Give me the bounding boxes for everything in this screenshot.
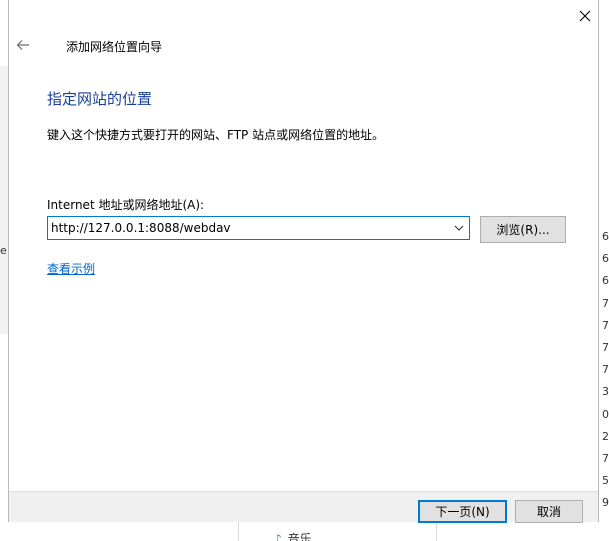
background-left-text: e <box>0 244 7 257</box>
wizard-footer <box>9 491 598 522</box>
address-combobox[interactable] <box>47 216 470 240</box>
background-divider <box>238 522 239 541</box>
background-music-label: 音乐 <box>287 532 312 541</box>
add-network-location-wizard: 添加网络位置向导 指定网站的位置 键入这个快捷方式要打开的网站、FTP 站点或网… <box>8 0 599 522</box>
close-button[interactable] <box>571 2 599 30</box>
address-dropdown-button[interactable] <box>449 217 469 239</box>
background-window-right: 6 6 6 7 7 7 7 3 0 2 7 5 9 <box>598 42 609 541</box>
cancel-button[interactable]: 取消 <box>515 500 583 523</box>
background-divider <box>436 522 437 541</box>
music-note-icon: ♪ <box>274 532 282 541</box>
view-example-link[interactable]: 查看示例 <box>47 260 95 277</box>
screen: e 6 6 6 7 7 7 7 3 0 2 7 5 9 ♪ 音乐 添加网络位置向导… <box>0 0 609 541</box>
back-arrow-icon <box>16 40 29 50</box>
background-right-text: 6 6 6 7 7 7 7 3 0 2 7 5 9 <box>602 230 609 510</box>
next-button[interactable]: 下一页(N) <box>418 500 507 523</box>
chevron-down-icon <box>454 225 464 231</box>
browse-button[interactable]: 浏览(R)... <box>480 216 566 243</box>
page-description: 键入这个快捷方式要打开的网站、FTP 站点或网络位置的地址。 <box>47 128 385 142</box>
address-input[interactable] <box>48 217 451 239</box>
back-button[interactable] <box>12 34 34 56</box>
close-icon <box>579 10 591 22</box>
page-heading: 指定网站的位置 <box>47 90 153 108</box>
background-music-item[interactable]: ♪ 音乐 <box>274 530 312 541</box>
wizard-title: 添加网络位置向导 <box>66 40 163 54</box>
address-label: Internet 地址或网络地址(A): <box>47 198 205 212</box>
